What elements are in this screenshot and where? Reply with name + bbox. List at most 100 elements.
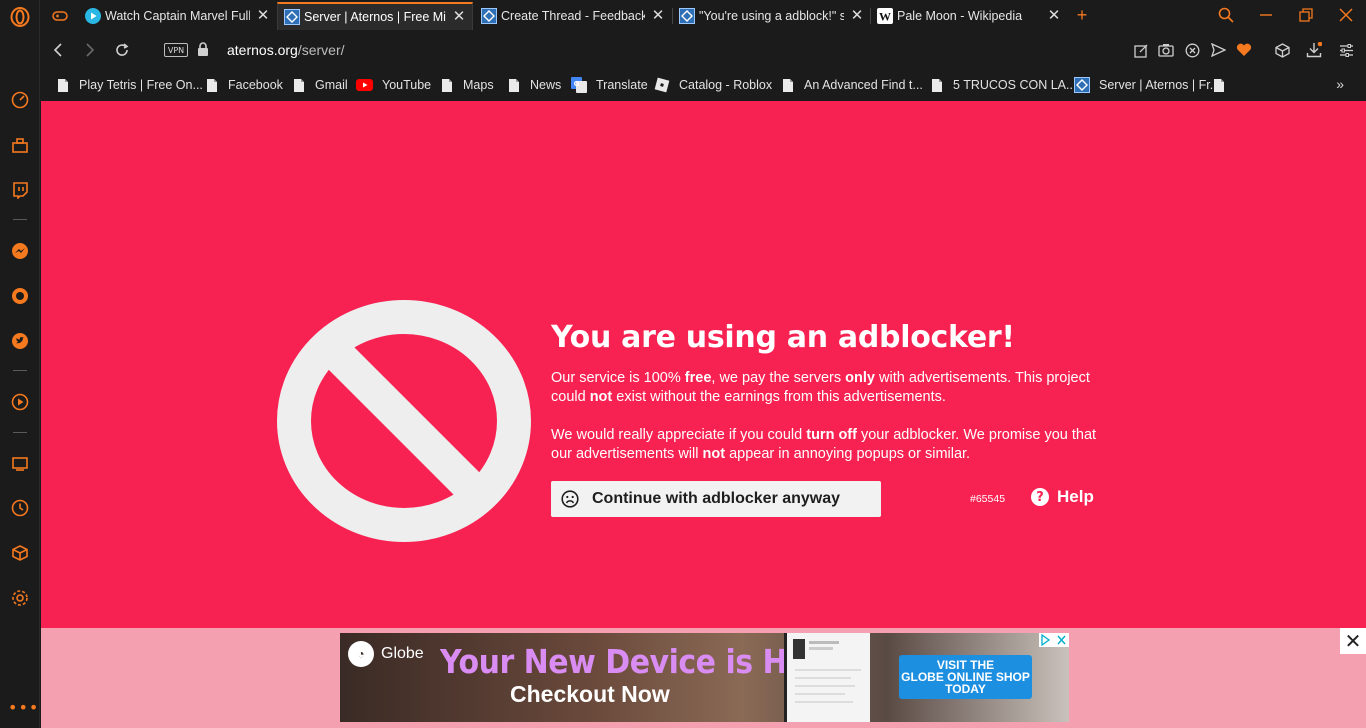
adblock-message: You are using an adblocker! Our service … bbox=[551, 321, 1111, 521]
bookmark-item[interactable]: Facebook bbox=[205, 75, 283, 95]
forward-icon[interactable] bbox=[80, 40, 100, 60]
vpn-badge[interactable]: VPN bbox=[164, 43, 188, 57]
easy-setup-icon[interactable] bbox=[1337, 41, 1355, 59]
cube-icon[interactable] bbox=[9, 542, 31, 564]
page-icon bbox=[781, 77, 795, 93]
bookmark-label: Facebook bbox=[228, 78, 283, 92]
twitch-icon[interactable] bbox=[9, 179, 31, 201]
ad-subline: Checkout Now bbox=[510, 681, 670, 707]
tab-1[interactable]: Server | Aternos | Free Minec ✕ bbox=[277, 2, 473, 30]
ad-cta-line-3: TODAY bbox=[945, 682, 986, 696]
lock-icon[interactable] bbox=[197, 42, 211, 58]
game-controller-tab-icon[interactable] bbox=[46, 2, 74, 30]
whatsapp-icon[interactable] bbox=[9, 285, 31, 307]
tab-close-icon[interactable]: ✕ bbox=[256, 8, 270, 23]
sidebar-separator bbox=[13, 219, 27, 220]
tab-2[interactable]: Create Thread - Feedback/S ✕ bbox=[475, 2, 671, 30]
bookmark-label: YouTube bbox=[382, 78, 432, 92]
sad-face-icon bbox=[561, 490, 579, 508]
ad-headline: Your New Device is Here bbox=[440, 643, 842, 682]
bookmark-item[interactable]: Catalog - Roblox bbox=[654, 75, 772, 95]
bookmark-label: News bbox=[530, 78, 562, 92]
tab-0[interactable]: Watch Captain Marvel Full M ✕ bbox=[79, 2, 276, 30]
cube-icon[interactable] bbox=[1273, 41, 1291, 59]
extensions-icon[interactable] bbox=[9, 134, 31, 156]
page-icon bbox=[1212, 77, 1226, 93]
continue-button-label: Continue with adblocker anyway bbox=[592, 490, 841, 507]
minimize-icon[interactable] bbox=[1255, 5, 1277, 25]
bookmark-item[interactable]: Gmail bbox=[292, 75, 348, 95]
bookmarks-overflow-chevron-icon[interactable]: » bbox=[1336, 76, 1344, 92]
bookmark-item[interactable] bbox=[1212, 75, 1235, 95]
message-paragraph-2: We would really appreciate if you could … bbox=[551, 427, 1097, 462]
tab-title: "You're using a adblock!" sh bbox=[699, 9, 844, 23]
bookmark-label: Translate bbox=[596, 78, 648, 92]
globe-advertisement[interactable]: ◔ Globe Your New Device is Here Checkout… bbox=[340, 633, 1069, 722]
bookmark-item[interactable]: Play Tetris | Free On... bbox=[56, 75, 203, 95]
tabs-icon[interactable] bbox=[9, 452, 31, 474]
globe-logo: ◔ Globe bbox=[348, 641, 424, 667]
bookmark-item[interactable]: News bbox=[507, 75, 561, 95]
aternos-icon bbox=[1074, 77, 1090, 93]
tab-close-icon[interactable]: ✕ bbox=[651, 8, 665, 23]
bookmark-item[interactable]: G Translate bbox=[571, 75, 648, 95]
player-icon[interactable] bbox=[9, 391, 31, 413]
page-icon bbox=[292, 77, 306, 93]
messenger-icon[interactable] bbox=[9, 240, 31, 262]
page-icon bbox=[56, 77, 70, 93]
play-circle-icon bbox=[85, 8, 101, 24]
bookmark-item[interactable]: YouTube bbox=[356, 75, 431, 95]
restore-icon[interactable] bbox=[1295, 5, 1317, 25]
back-icon[interactable] bbox=[48, 40, 68, 60]
no-entry-icon bbox=[275, 298, 533, 544]
new-tab-plus-icon[interactable]: + bbox=[1071, 5, 1093, 25]
ad-cta-button[interactable]: VISIT THE GLOBE ONLINE SHOP TODAY bbox=[899, 655, 1032, 699]
bookmark-item[interactable]: 5 TRUCOS CON LA... bbox=[930, 75, 1076, 95]
url-host: aternos.org bbox=[227, 42, 298, 58]
help-link[interactable]: ? Help bbox=[1031, 487, 1094, 507]
bookmark-item[interactable]: An Advanced Find t... bbox=[781, 75, 923, 95]
bookmark-heart-icon[interactable] bbox=[1235, 41, 1253, 59]
close-window-icon[interactable] bbox=[1335, 5, 1357, 25]
sidebar-more-icon[interactable]: ••• bbox=[8, 698, 38, 717]
camera-snapshot-icon[interactable] bbox=[1157, 41, 1175, 59]
opera-sidebar: ••• bbox=[0, 0, 40, 728]
bookmark-item[interactable]: Server | Aternos | Fr... bbox=[1074, 75, 1220, 95]
adchoices-icon[interactable] bbox=[1039, 633, 1069, 647]
reload-icon[interactable] bbox=[112, 40, 132, 60]
page-content: You are using an adblocker! Our service … bbox=[41, 101, 1366, 728]
tab-title: Server | Aternos | Free Minec bbox=[304, 10, 446, 24]
settings-gear-icon[interactable] bbox=[9, 587, 31, 609]
bookmarks-bar: Play Tetris | Free On... Facebook Gmail … bbox=[40, 69, 1366, 101]
aternos-icon bbox=[679, 8, 695, 24]
opera-menu-icon[interactable] bbox=[9, 6, 31, 28]
continue-with-adblocker-button[interactable]: Continue with adblocker anyway bbox=[551, 481, 881, 517]
tab-close-icon[interactable]: ✕ bbox=[1047, 8, 1061, 23]
edit-share-icon[interactable] bbox=[1132, 41, 1150, 59]
tab-close-icon[interactable]: ✕ bbox=[850, 8, 864, 23]
bookmark-label: Play Tetris | Free On... bbox=[79, 78, 203, 92]
aternos-icon bbox=[284, 9, 300, 25]
tab-close-icon[interactable]: ✕ bbox=[452, 9, 466, 24]
speed-dial-icon[interactable] bbox=[9, 89, 31, 111]
browser-window: ••• Watch Captain Marvel Full M ✕ Server… bbox=[0, 0, 1366, 728]
tab-title: Pale Moon - Wikipedia bbox=[897, 9, 1023, 23]
tab-3[interactable]: "You're using a adblock!" sh ✕ bbox=[673, 2, 870, 30]
bookmark-label: Maps bbox=[463, 78, 494, 92]
download-icon[interactable] bbox=[1305, 41, 1323, 59]
tab-4[interactable]: W Pale Moon - Wikipedia ✕ bbox=[871, 2, 1067, 30]
ad-blocker-icon[interactable] bbox=[1183, 41, 1201, 59]
bookmark-item[interactable]: Maps bbox=[440, 75, 494, 95]
tab-title: Watch Captain Marvel Full M bbox=[105, 9, 250, 23]
twitter-icon[interactable] bbox=[9, 330, 31, 352]
page-icon bbox=[205, 77, 219, 93]
tab-search-icon[interactable] bbox=[1215, 5, 1237, 25]
history-icon[interactable] bbox=[9, 497, 31, 519]
ad-close-icon[interactable]: ✕ bbox=[1340, 628, 1366, 654]
send-icon[interactable] bbox=[1209, 41, 1227, 59]
tab-title: Create Thread - Feedback/S bbox=[501, 9, 645, 23]
page-icon bbox=[930, 77, 944, 93]
translate-icon: G bbox=[571, 77, 587, 93]
url-field[interactable]: aternos.org/server/ bbox=[227, 42, 345, 58]
address-bar: VPN aternos.org/server/ bbox=[40, 31, 1366, 69]
